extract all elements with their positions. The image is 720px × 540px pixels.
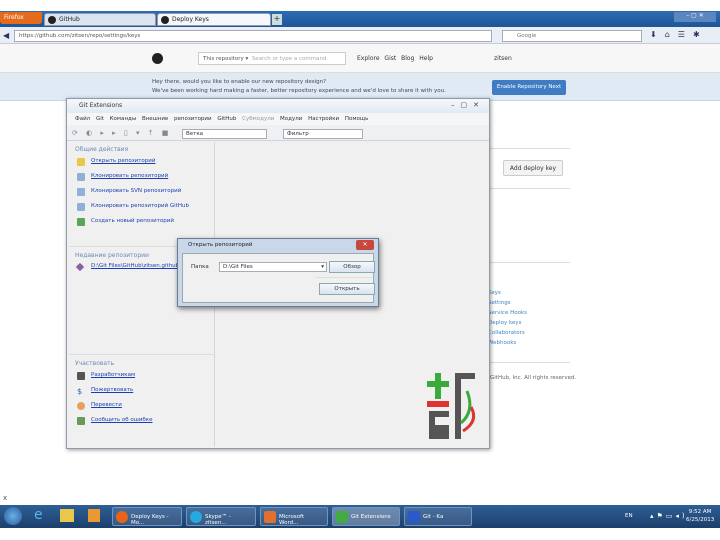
gitext-menu: Файл Git Команды Внешние репозитории Git… (67, 113, 489, 125)
divider (490, 148, 570, 149)
word-icon (264, 511, 276, 523)
side-link[interactable]: Collaborators (488, 330, 525, 336)
tray-icons[interactable]: ▴⚑▭◂) (650, 512, 688, 520)
side-link[interactable]: Webhooks (488, 340, 516, 346)
branch-combo[interactable]: Ветка (182, 129, 267, 139)
taskbar-item[interactable]: Git Extensions (332, 507, 400, 526)
language-indicator[interactable]: EN (625, 513, 633, 519)
clone-github-link[interactable]: Клонировать репозиторий GitHub (91, 203, 189, 209)
firefox-icon (116, 511, 128, 523)
browse-button[interactable]: Обзор (329, 261, 375, 273)
side-link[interactable]: Settings (488, 300, 511, 306)
menu-help[interactable]: Помощь (345, 116, 368, 122)
tab-deploy-keys[interactable]: Deploy Keys (157, 13, 271, 26)
url-bar[interactable]: https://github.com/zitsen/repo/settings/… (14, 30, 492, 42)
report-bug-link[interactable]: Сообщить об ошибке (91, 417, 153, 423)
gitext-title: Git Extensions (67, 99, 489, 113)
taskbar-item[interactable]: Microsoft Word... (260, 507, 328, 526)
clock[interactable]: 9:52 AM 6/25/2013 (686, 508, 714, 524)
media-icon[interactable] (88, 509, 100, 522)
menu-git[interactable]: Git (96, 116, 104, 122)
developers-link[interactable]: Разработчикам (91, 372, 135, 378)
explorer-icon[interactable] (60, 509, 74, 522)
github-logo-icon[interactable] (152, 53, 163, 64)
dialog-title: Открыть репозиторий (188, 242, 253, 248)
clone-icon (77, 173, 85, 181)
github-icon (161, 16, 169, 24)
side-link[interactable]: Deploy keys (488, 320, 522, 326)
clone-svn-link[interactable]: Клонировать SVN репозиторий (91, 188, 181, 194)
taskbar-item[interactable]: Git - Ka (404, 507, 472, 526)
divider (69, 354, 215, 355)
translate-icon (77, 402, 85, 410)
add-deploy-key-button[interactable]: Add deploy key (503, 160, 563, 176)
start-button[interactable] (4, 507, 22, 525)
enable-repository-next-button[interactable]: Enable Repository Next (492, 80, 566, 95)
gitext-window-controls[interactable]: –▢✕ (451, 101, 485, 109)
dialog-body: Папка D:\Git Files ▾ Обзор Открыть (182, 253, 375, 303)
gitext-logo (427, 371, 487, 441)
folder-combo[interactable]: D:\Git Files ▾ (219, 262, 327, 272)
toolbar-icons[interactable]: ⬇⌂☰✱ (650, 30, 708, 39)
gitext-toolbar: ⟳ ◐ ▸ ▸ ▯ ▾ ↑ ■ Ветка Фильтр (67, 126, 489, 141)
close-icon[interactable]: x (3, 494, 7, 502)
search-input[interactable]: Google (502, 30, 642, 42)
divider (490, 188, 570, 189)
open-repo-link[interactable]: Открыть репозиторий (91, 158, 155, 164)
open-repository-dialog: Открыть репозиторий ✕ Папка D:\Git Files… (177, 238, 379, 307)
menu-file[interactable]: Файл (75, 116, 90, 122)
open-folder-icon (77, 158, 85, 166)
firefox-menu-button[interactable]: Firefox (0, 12, 42, 24)
translate-link[interactable]: Перевести (91, 402, 122, 408)
donate-link[interactable]: Пожертвовать (91, 387, 133, 393)
github-nav[interactable]: Explore Gist Blog Help (357, 55, 433, 62)
common-actions-heading: Общие действия (75, 146, 129, 153)
app-icon (408, 511, 420, 523)
github-icon (48, 16, 56, 24)
toolbar-icons[interactable]: ⟳ ◐ ▸ ▸ ▯ ▾ ↑ ■ (72, 129, 171, 137)
footer-text: GitHub, Inc. All rights reserved. (490, 375, 577, 381)
filter-combo[interactable]: Фильтр (283, 129, 363, 139)
github-search[interactable]: This repository ▾ Search or type a comma… (198, 52, 346, 65)
create-repo-link[interactable]: Создать новый репозиторий (91, 218, 174, 224)
user-link[interactable]: zitsen (494, 55, 512, 62)
skype-icon (190, 511, 202, 523)
dialog-close-button[interactable]: ✕ (356, 240, 374, 250)
clone-github-icon (77, 203, 85, 211)
recent-heading: Недавние репозитории (75, 252, 149, 259)
open-button[interactable]: Открыть (319, 283, 375, 295)
window-controls[interactable]: – ▢ ✕ (674, 12, 716, 22)
contribute-heading: Участвовать (75, 360, 115, 367)
chevron-down-icon: ▾ (321, 264, 324, 270)
tab-github[interactable]: GitHub (44, 13, 156, 26)
back-icon[interactable]: ◀ (3, 31, 9, 40)
new-tab-button[interactable]: + (272, 14, 282, 25)
menu-commands[interactable]: Команды (110, 116, 137, 122)
menu-settings[interactable]: Настройки (308, 116, 339, 122)
dollar-icon: $ (77, 387, 83, 396)
folder-label: Папка (191, 264, 209, 270)
bug-icon (77, 417, 85, 425)
side-link[interactable]: Service Hooks (488, 310, 527, 316)
banner-text: Hey there, would you like to enable our … (152, 79, 446, 94)
developers-icon (77, 372, 85, 380)
repo-icon (75, 262, 85, 272)
menu-github[interactable]: GitHub (217, 116, 236, 122)
taskbar-item[interactable]: Skype™ - zitsen... (186, 507, 256, 526)
menu-remotes[interactable]: Внешние репозитории (142, 116, 212, 122)
menu-plugins[interactable]: Модули (280, 116, 302, 122)
divider (316, 277, 372, 278)
taskbar-item[interactable]: Deploy Keys - Mo... (112, 507, 182, 526)
divider (490, 362, 570, 363)
ie-icon[interactable]: e (34, 507, 43, 523)
menu-submodules[interactable]: Субмодули (242, 116, 274, 122)
clone-svn-icon (77, 188, 85, 196)
clone-repo-link[interactable]: Клонировать репозиторий (91, 173, 168, 179)
new-repo-icon (77, 218, 85, 226)
gitext-icon (336, 511, 348, 523)
divider (490, 262, 570, 263)
